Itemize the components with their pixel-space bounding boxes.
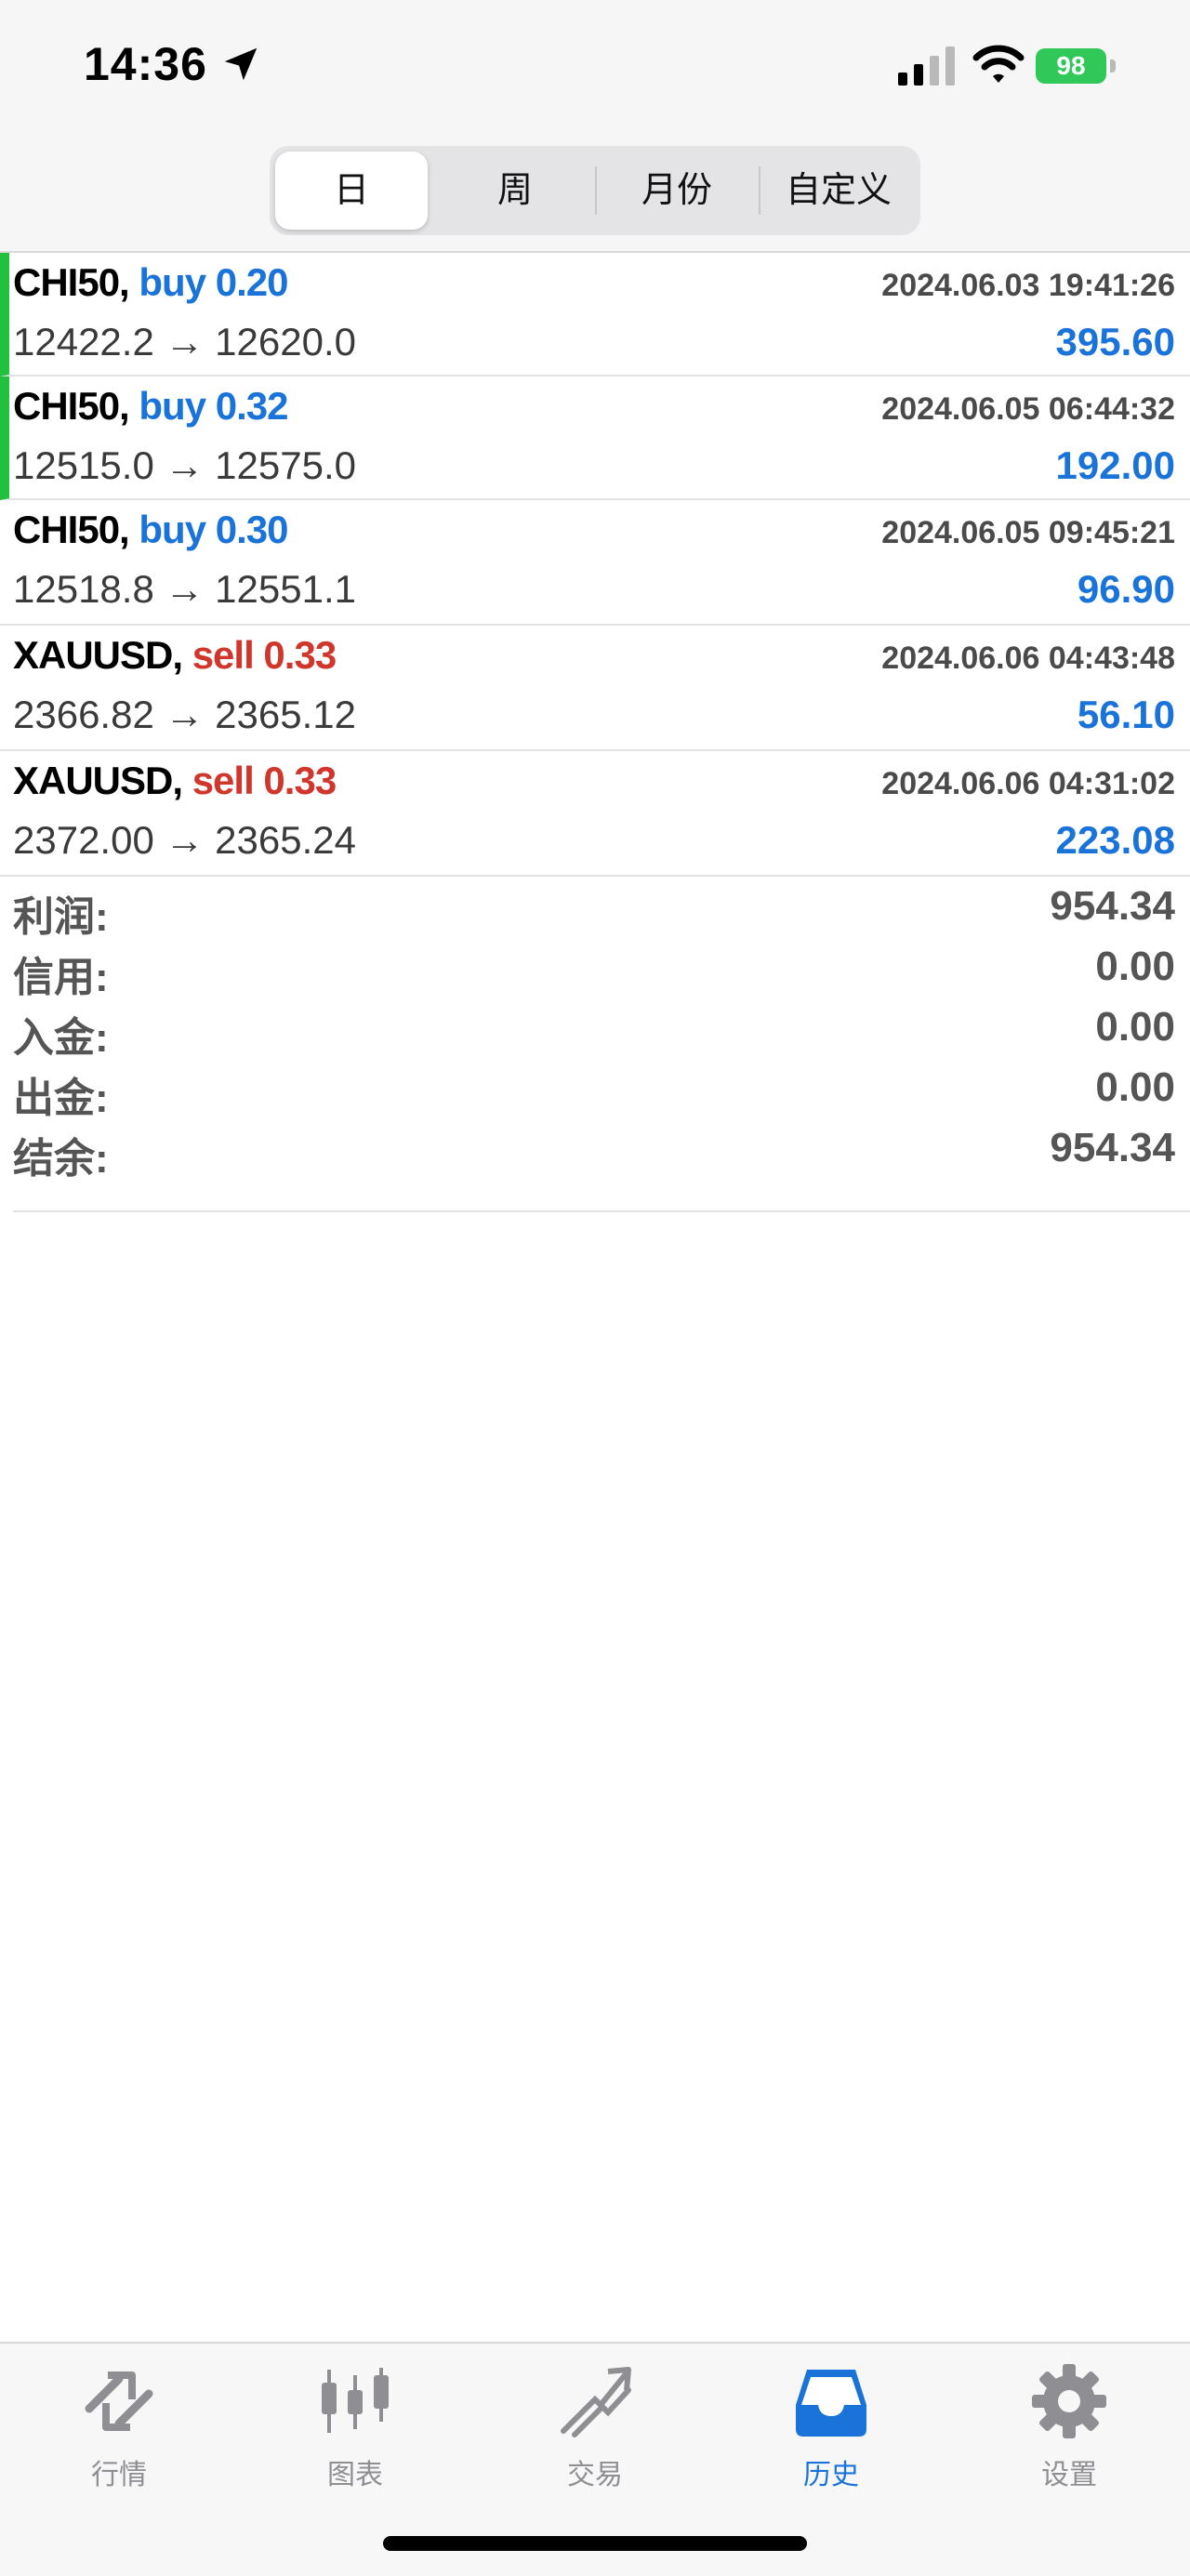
trade-icon	[561, 2367, 631, 2437]
tab-history[interactable]: 历史	[747, 2362, 915, 2492]
status-time: 14:36	[84, 38, 207, 90]
trade-time: 2024.06.06 04:43:48	[881, 641, 1175, 676]
trade-time: 2024.06.05 06:44:32	[881, 391, 1175, 427]
location-arrow-icon	[224, 47, 258, 81]
trade-prices: 2366.82 → 2365.12	[13, 693, 356, 736]
trade-profit: 395.60	[1055, 320, 1175, 363]
battery-cap	[1110, 59, 1116, 73]
summary-label: 利润:	[13, 894, 109, 940]
trade-prices: 2372.00 → 2365.24	[13, 818, 356, 862]
summary-row-credit: 信用: 0.00	[13, 936, 1175, 1000]
summary-value: 0.00	[1095, 944, 1175, 989]
trade-side: buy 0.30	[139, 508, 288, 551]
trade-time: 2024.06.05 09:45:21	[881, 515, 1175, 550]
tab-month[interactable]: 月份	[601, 152, 753, 230]
summary-block: 利润: 954.34 信用: 0.00 入金: 0.00 出金: 0.00 结余…	[13, 876, 1175, 1182]
trade-side: sell 0.33	[192, 633, 337, 677]
trade-prices: 12518.8 → 12551.1	[13, 567, 356, 611]
trade-profit: 56.10	[1077, 693, 1175, 736]
trade-symbol: XAUUSD,	[13, 759, 183, 802]
summary-row-withdrawal: 出金: 0.00	[13, 1057, 1175, 1121]
cellular-signal-icon	[898, 46, 955, 86]
tab-week[interactable]: 周	[439, 152, 591, 230]
trade-profit: 223.08	[1055, 818, 1175, 862]
summary-value: 954.34	[1050, 883, 1175, 929]
summary-value: 0.00	[1095, 1004, 1175, 1050]
trade-side: buy 0.32	[139, 384, 288, 428]
summary-value: 0.00	[1095, 1064, 1175, 1110]
trade-side: buy 0.20	[139, 260, 288, 304]
trade-row[interactable]: XAUUSD, sell 0.33 2024.06.06 04:43:48 23…	[0, 626, 1190, 751]
tab-label: 图表	[327, 2460, 383, 2490]
summary-row-deposit: 入金: 0.00	[13, 997, 1175, 1061]
trade-row[interactable]: XAUUSD, sell 0.33 2024.06.06 04:31:02 23…	[0, 751, 1190, 877]
tab-custom[interactable]: 自定义	[762, 152, 915, 230]
trade-side: sell 0.33	[192, 759, 337, 802]
tab-day[interactable]: 日	[275, 152, 428, 230]
tab-label: 历史	[803, 2460, 859, 2490]
tab-trade[interactable]: 交易	[511, 2362, 679, 2492]
trade-row[interactable]: CHI50, buy 0.32 2024.06.05 06:44:32 1251…	[0, 376, 1190, 500]
trade-row[interactable]: CHI50, buy 0.30 2024.06.05 09:45:21 1251…	[0, 500, 1190, 626]
summary-label: 入金:	[13, 1015, 109, 1061]
trade-prices: 12422.2 → 12620.0	[13, 320, 356, 363]
trade-time: 2024.06.06 04:31:02	[881, 766, 1175, 801]
tab-label: 行情	[91, 2460, 147, 2490]
trade-profit: 96.90	[1077, 567, 1175, 611]
battery-indicator: 98	[1036, 48, 1106, 84]
summary-label: 结余:	[13, 1136, 109, 1182]
tab-label: 设置	[1041, 2460, 1097, 2490]
tab-quotes[interactable]: 行情	[35, 2362, 203, 2492]
trade-profit: 192.00	[1055, 443, 1175, 487]
summary-value: 954.34	[1050, 1125, 1175, 1170]
divider	[13, 1210, 1190, 1212]
quotes-icon	[85, 2371, 153, 2431]
tab-chart[interactable]: 图表	[271, 2362, 439, 2492]
trade-symbol: CHI50,	[13, 384, 130, 428]
summary-row-profit: 利润: 954.34	[13, 876, 1175, 940]
trade-history-list: CHI50, buy 0.20 2024.06.03 19:41:26 1242…	[0, 253, 1190, 877]
trade-symbol: CHI50,	[13, 508, 130, 551]
summary-label: 出金:	[13, 1076, 109, 1121]
summary-row-balance: 结余: 954.34	[13, 1117, 1175, 1182]
segment-divider	[759, 166, 760, 215]
summary-label: 信用:	[13, 955, 109, 1000]
trade-time: 2024.06.03 19:41:26	[881, 268, 1175, 303]
chart-icon	[322, 2368, 389, 2433]
trade-symbol: XAUUSD,	[13, 633, 183, 677]
segment-divider	[595, 166, 597, 215]
home-indicator	[383, 2536, 807, 2551]
trade-row[interactable]: CHI50, buy 0.20 2024.06.03 19:41:26 1242…	[0, 253, 1190, 376]
trade-prices: 12515.0 → 12575.0	[13, 443, 356, 487]
wifi-icon	[972, 45, 1025, 83]
trade-symbol: CHI50,	[13, 260, 130, 304]
history-icon	[796, 2370, 866, 2437]
period-segmented-control: 日 周 月份 自定义	[270, 146, 920, 235]
tab-label: 交易	[567, 2460, 623, 2490]
tab-settings[interactable]: 设置	[985, 2362, 1153, 2492]
header: 14:36 98 日 周 月份 自定义	[0, 0, 1190, 253]
settings-icon	[1032, 2364, 1106, 2438]
